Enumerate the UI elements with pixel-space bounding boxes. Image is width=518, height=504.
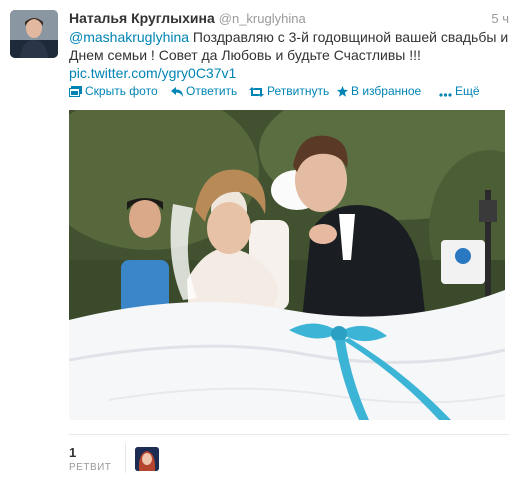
tweet-header: Наталья Круглыхина @n_kruglyhina 5 ч <box>69 10 509 28</box>
retweet-count-label: РЕТВИТ <box>69 462 112 473</box>
mention-link[interactable]: @mashakruglyhina <box>69 29 189 45</box>
tweet-stats: 1 РЕТВИТ <box>69 434 509 480</box>
retweet-icon <box>249 87 264 97</box>
author-fullname[interactable]: Наталья Круглыхина <box>69 10 215 26</box>
more-button[interactable]: Ещё <box>439 84 480 98</box>
reply-label: Ответить <box>186 84 238 98</box>
more-label: Ещё <box>455 84 480 98</box>
hide-photo-button[interactable]: Скрыть фото <box>69 84 158 98</box>
stats-divider <box>125 443 126 473</box>
reply-icon <box>171 87 183 97</box>
retweet-label: Ретвитнуть <box>267 84 330 98</box>
more-dots-icon <box>439 93 452 97</box>
media-icon <box>69 86 82 97</box>
retweet-count[interactable]: 1 <box>69 445 76 460</box>
hide-photo-label: Скрыть фото <box>85 84 158 98</box>
tweet-timestamp[interactable]: 5 ч <box>491 11 509 26</box>
tweet-text: @mashakruglyhina Поздравляю с 3-й годовщ… <box>69 28 509 82</box>
favorite-label: В избранное <box>351 84 422 98</box>
author-username[interactable]: @n_kruglyhina <box>219 11 306 26</box>
favorite-star-icon <box>337 86 348 97</box>
favorite-button[interactable]: В избранное <box>337 84 421 98</box>
tweet: Наталья Круглыхина @n_kruglyhina 5 ч @mas… <box>0 0 518 504</box>
retweet-button[interactable]: Ретвитнуть <box>249 84 329 98</box>
retweeter-avatar[interactable] <box>135 447 159 471</box>
tweet-footer-partial <box>69 494 509 504</box>
tweet-actions: Скрыть фото Ответить Ретвитнуть В избран… <box>69 84 509 100</box>
author-avatar[interactable] <box>10 10 58 58</box>
tweet-photo[interactable] <box>69 110 505 420</box>
reply-button[interactable]: Ответить <box>171 84 237 98</box>
pic-link[interactable]: pic.twitter.com/ygry0C37v1 <box>69 65 236 81</box>
